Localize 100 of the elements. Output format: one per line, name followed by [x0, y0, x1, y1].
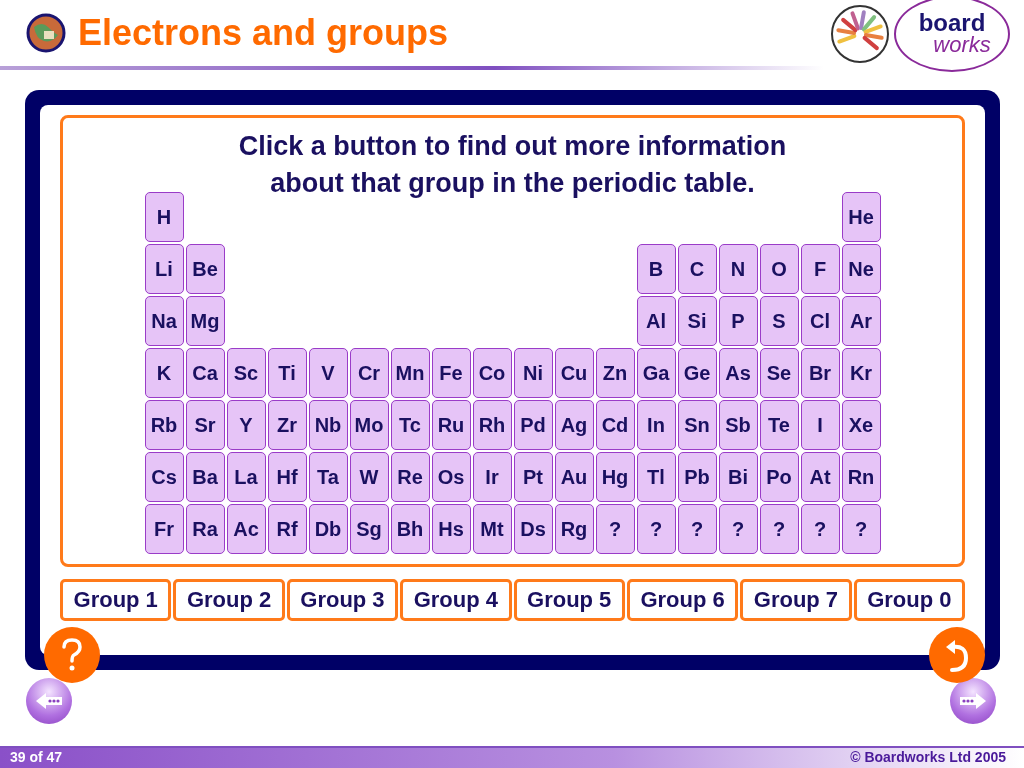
- element-button[interactable]: Ru: [431, 400, 471, 450]
- element-button[interactable]: Po: [759, 452, 799, 502]
- element-button[interactable]: Ge: [677, 348, 717, 398]
- element-button[interactable]: ?: [677, 504, 717, 554]
- element-button[interactable]: Br: [800, 348, 840, 398]
- element-button[interactable]: H: [144, 192, 184, 242]
- element-button[interactable]: B: [636, 244, 676, 294]
- element-button[interactable]: K: [144, 348, 184, 398]
- group-button[interactable]: Group 6: [626, 579, 739, 621]
- element-button[interactable]: Mg: [185, 296, 225, 346]
- element-button[interactable]: Rb: [144, 400, 184, 450]
- element-button[interactable]: As: [718, 348, 758, 398]
- element-button[interactable]: Cs: [144, 452, 184, 502]
- element-button[interactable]: Ni: [513, 348, 553, 398]
- element-button[interactable]: Fr: [144, 504, 184, 554]
- element-button[interactable]: Zn: [595, 348, 635, 398]
- element-button[interactable]: Rg: [554, 504, 594, 554]
- element-button[interactable]: Ar: [841, 296, 881, 346]
- element-button[interactable]: Ba: [185, 452, 225, 502]
- element-button[interactable]: Mn: [390, 348, 430, 398]
- element-button[interactable]: P: [718, 296, 758, 346]
- element-button[interactable]: Sn: [677, 400, 717, 450]
- element-button[interactable]: Sb: [718, 400, 758, 450]
- element-button[interactable]: Sg: [349, 504, 389, 554]
- element-button[interactable]: Mo: [349, 400, 389, 450]
- element-button[interactable]: Ir: [472, 452, 512, 502]
- element-button[interactable]: Cr: [349, 348, 389, 398]
- element-button[interactable]: Li: [144, 244, 184, 294]
- element-button[interactable]: Os: [431, 452, 471, 502]
- element-button[interactable]: Si: [677, 296, 717, 346]
- group-button[interactable]: Group 7: [740, 579, 852, 621]
- element-button[interactable]: Be: [185, 244, 225, 294]
- element-button[interactable]: Cd: [595, 400, 635, 450]
- element-button[interactable]: Kr: [841, 348, 881, 398]
- element-button[interactable]: Ac: [226, 504, 266, 554]
- element-button[interactable]: F: [800, 244, 840, 294]
- group-button[interactable]: Group 4: [400, 579, 512, 621]
- group-button[interactable]: Group 1: [60, 579, 172, 621]
- element-button[interactable]: Hs: [431, 504, 471, 554]
- element-button[interactable]: W: [349, 452, 389, 502]
- element-button[interactable]: ?: [800, 504, 840, 554]
- element-button[interactable]: Ag: [554, 400, 594, 450]
- element-button[interactable]: ?: [595, 504, 635, 554]
- element-button[interactable]: Rh: [472, 400, 512, 450]
- element-button[interactable]: Cl: [800, 296, 840, 346]
- element-button[interactable]: Te: [759, 400, 799, 450]
- group-button[interactable]: Group 3: [286, 579, 399, 621]
- element-button[interactable]: Se: [759, 348, 799, 398]
- element-button[interactable]: Ti: [267, 348, 307, 398]
- element-button[interactable]: ?: [718, 504, 758, 554]
- element-button[interactable]: V: [308, 348, 348, 398]
- element-button[interactable]: Au: [554, 452, 594, 502]
- element-button[interactable]: Hf: [267, 452, 307, 502]
- element-button[interactable]: He: [841, 192, 881, 242]
- element-button[interactable]: Re: [390, 452, 430, 502]
- element-button[interactable]: La: [226, 452, 266, 502]
- group-button[interactable]: Group 5: [513, 579, 625, 621]
- element-button[interactable]: Fe: [431, 348, 471, 398]
- element-button[interactable]: Rf: [267, 504, 307, 554]
- element-button[interactable]: I: [800, 400, 840, 450]
- element-button[interactable]: Y: [226, 400, 266, 450]
- element-button[interactable]: O: [759, 244, 799, 294]
- element-button[interactable]: Xe: [841, 400, 881, 450]
- element-button[interactable]: Nb: [308, 400, 348, 450]
- element-button[interactable]: Hg: [595, 452, 635, 502]
- element-button[interactable]: Pb: [677, 452, 717, 502]
- element-button[interactable]: Zr: [267, 400, 307, 450]
- element-button[interactable]: Al: [636, 296, 676, 346]
- element-button[interactable]: ?: [759, 504, 799, 554]
- element-button[interactable]: Ds: [513, 504, 553, 554]
- element-button[interactable]: Tl: [636, 452, 676, 502]
- element-button[interactable]: N: [718, 244, 758, 294]
- element-button[interactable]: Rn: [841, 452, 881, 502]
- element-button[interactable]: At: [800, 452, 840, 502]
- element-button[interactable]: S: [759, 296, 799, 346]
- element-button[interactable]: C: [677, 244, 717, 294]
- element-button[interactable]: Na: [144, 296, 184, 346]
- element-button[interactable]: ?: [841, 504, 881, 554]
- element-button[interactable]: Pd: [513, 400, 553, 450]
- element-button[interactable]: Ta: [308, 452, 348, 502]
- element-button[interactable]: In: [636, 400, 676, 450]
- group-button[interactable]: Group 2: [173, 579, 285, 621]
- group-button[interactable]: Group 0: [853, 579, 965, 621]
- element-button[interactable]: Bh: [390, 504, 430, 554]
- element-button[interactable]: Co: [472, 348, 512, 398]
- element-button[interactable]: Db: [308, 504, 348, 554]
- element-button[interactable]: Tc: [390, 400, 430, 450]
- element-button[interactable]: Sr: [185, 400, 225, 450]
- element-button[interactable]: Mt: [472, 504, 512, 554]
- element-button[interactable]: Sc: [226, 348, 266, 398]
- previous-slide-button[interactable]: [26, 678, 72, 724]
- element-button[interactable]: Ne: [841, 244, 881, 294]
- next-slide-button[interactable]: [950, 678, 996, 724]
- element-button[interactable]: ?: [636, 504, 676, 554]
- element-button[interactable]: Ga: [636, 348, 676, 398]
- element-button[interactable]: Ca: [185, 348, 225, 398]
- element-button[interactable]: Pt: [513, 452, 553, 502]
- element-button[interactable]: Ra: [185, 504, 225, 554]
- element-button[interactable]: Bi: [718, 452, 758, 502]
- element-button[interactable]: Cu: [554, 348, 594, 398]
